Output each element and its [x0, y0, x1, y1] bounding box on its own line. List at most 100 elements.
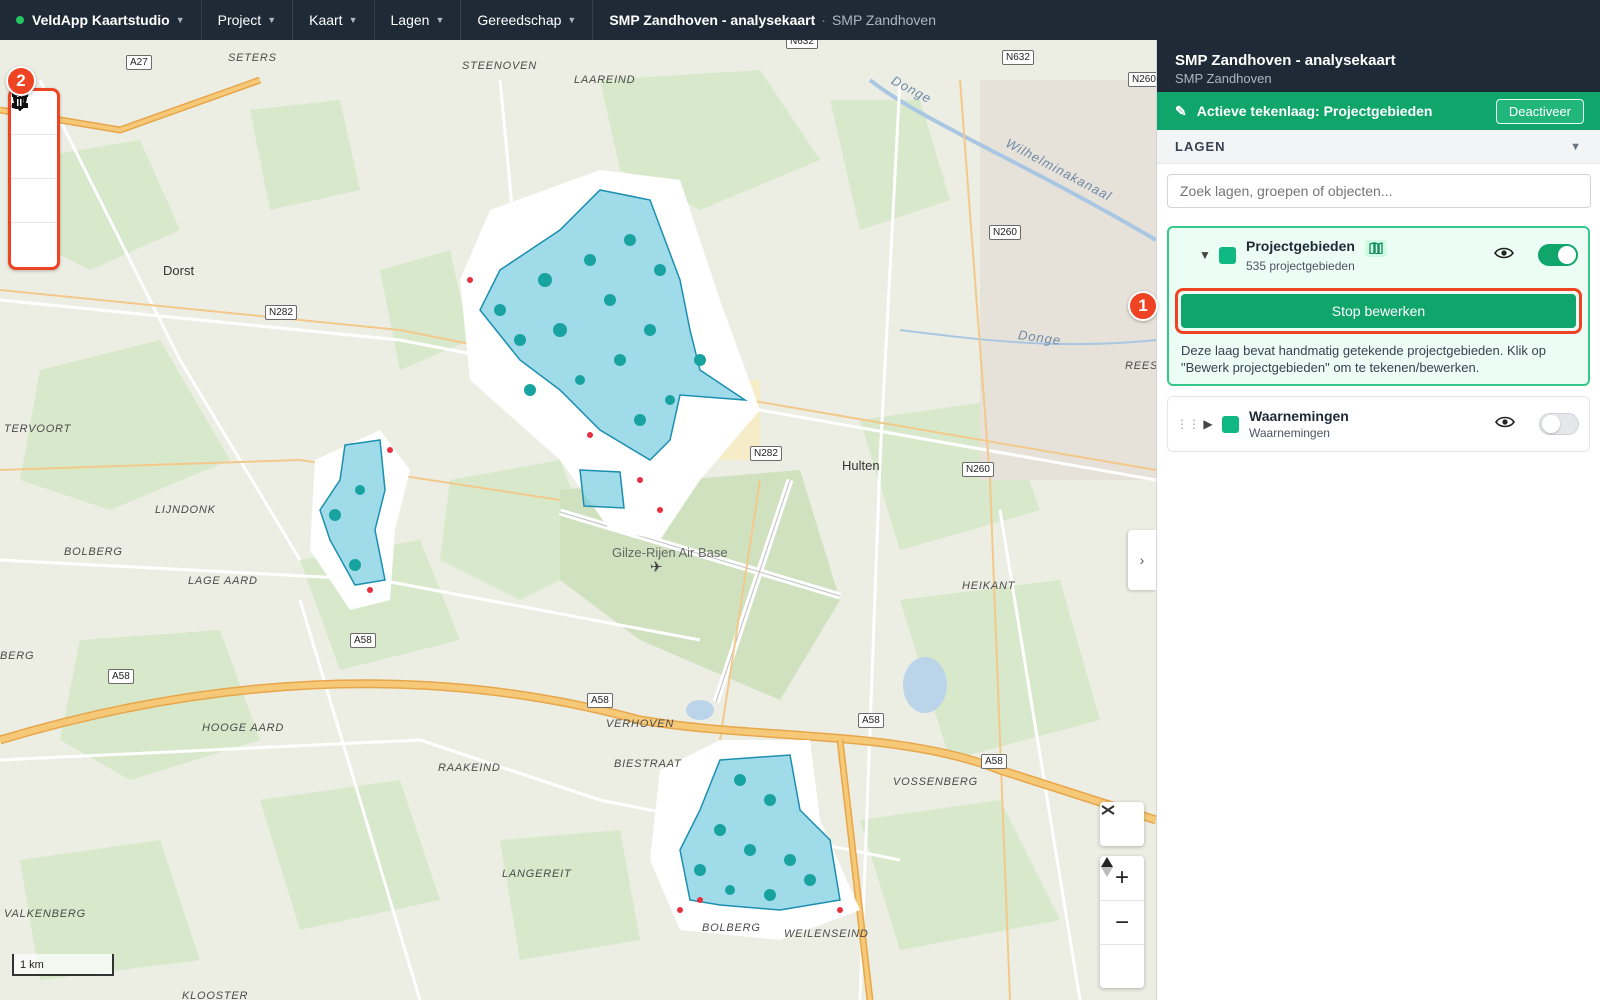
visibility-eye-icon[interactable]	[1495, 415, 1515, 434]
stop-edit-highlight: Stop bewerken 1	[1128, 288, 1582, 334]
menu-kaart[interactable]: Kaart ▼	[293, 0, 375, 40]
layers-section-header[interactable]: LAGEN ▼	[1157, 130, 1600, 164]
map-label: LANGEREIT	[502, 868, 572, 880]
layer-name-text: Projectgebieden	[1246, 237, 1355, 254]
layer-subtitle: Waarnemingen	[1249, 426, 1330, 440]
menu-label: Kaart	[309, 12, 343, 28]
road-shield: A58	[587, 693, 613, 708]
chevron-down-icon: ▼	[267, 15, 277, 25]
draw-polygon-button[interactable]	[11, 92, 57, 179]
layer-row: ▼ Projectgebieden 535 projectgebieden	[1169, 228, 1588, 282]
brand-logo	[16, 16, 24, 24]
chevron-down-icon: ▼	[1570, 140, 1582, 153]
road-shield: N260	[989, 225, 1021, 240]
section-title: LAGEN	[1175, 139, 1226, 154]
map-label: RAAKEIND	[438, 762, 501, 774]
map-label: VOSSENBERG	[893, 776, 979, 788]
map-label: WEILENSEIND	[784, 928, 869, 940]
map-label: Hulten	[842, 458, 880, 473]
menu-project[interactable]: Project ▼	[202, 0, 294, 40]
layer-row: ⋮⋮ ▶ Waarnemingen Waarnemingen	[1168, 397, 1589, 451]
map-label: Dorst	[163, 263, 195, 278]
road-shield: N632	[786, 40, 818, 49]
road-shield: N260	[962, 462, 994, 477]
panel-title: SMP Zandhoven - analysekaart	[1175, 52, 1396, 69]
active-layer-label: Actieve tekenlaag: Projectgebieden	[1196, 103, 1433, 119]
panel-subtitle: SMP Zandhoven	[1175, 71, 1272, 86]
road-shield: N632	[1002, 50, 1034, 65]
compass-button[interactable]	[1100, 802, 1144, 846]
layer-search-input[interactable]	[1167, 174, 1591, 208]
layer-color-swatch[interactable]	[1222, 415, 1239, 433]
layer-text: Projectgebieden 535 projectgebieden	[1246, 238, 1387, 273]
chevron-down-icon: ▼	[435, 15, 445, 25]
map-label: HEIKANT	[962, 580, 1016, 592]
menu-label: Lagen	[390, 12, 430, 28]
map-canvas[interactable]: ✈ SETERS STEENOVEN LAAREIND Dorst TERVOO…	[0, 40, 1156, 1000]
map-label: BOLBERG	[702, 922, 761, 934]
map-label: STEENOVEN	[462, 60, 538, 72]
map-book-icon	[1364, 239, 1387, 257]
step-badge: 2	[6, 66, 36, 96]
expand-caret-icon[interactable]: ▼	[1191, 248, 1219, 262]
map-label: SETERS	[228, 52, 277, 64]
map-label: LAAREIND	[574, 74, 636, 86]
visibility-eye-icon[interactable]	[1494, 246, 1514, 265]
app-menu[interactable]: VeldApp Kaartstudio ▼	[0, 0, 202, 40]
zoom-control: + −	[1100, 856, 1144, 988]
pencil-icon: ✎	[1175, 102, 1187, 119]
map-label: TERVOORT	[4, 423, 72, 435]
chevron-right-icon: ›	[1139, 552, 1145, 568]
stop-editing-button[interactable]: Stop bewerken	[1181, 294, 1576, 328]
expand-caret-icon[interactable]: ▶	[1194, 417, 1222, 431]
map-label: KLOOSTER	[182, 990, 249, 1000]
road-shield: A58	[858, 713, 884, 728]
step-badge: 1	[1128, 291, 1158, 321]
delete-button[interactable]	[11, 91, 57, 267]
chevron-down-icon: ▼	[567, 15, 577, 25]
north-arrow-icon	[1101, 857, 1113, 877]
layer-visibility-toggle[interactable]	[1538, 244, 1578, 266]
layer-item-projectgebieden: ▼ Projectgebieden 535 projectgebieden St…	[1128, 226, 1590, 386]
layers-panel: SMP Zandhoven - analysekaart SMP Zandhov…	[1128, 40, 1600, 1000]
road-shield: N260	[1128, 72, 1156, 87]
road-shield: A58	[350, 633, 376, 648]
map-label: BERG	[0, 650, 35, 662]
scale-bar: 1 km	[12, 954, 114, 976]
map-label: LAGE AARD	[188, 575, 258, 587]
road-shield: A27	[126, 55, 152, 70]
collapse-panel-button[interactable]: ›	[1128, 530, 1156, 590]
map-label: BOLBERG	[64, 546, 123, 558]
compass-icon	[1101, 805, 1115, 815]
road-shield: N282	[265, 305, 297, 320]
menu-label: Gereedschap	[477, 12, 562, 28]
map-label: VERHOVEN	[606, 718, 675, 730]
layer-color-swatch[interactable]	[1219, 246, 1236, 264]
airport-icon: ✈	[650, 558, 663, 576]
map-label: HOOGE AARD	[202, 722, 285, 734]
chevron-down-icon: ▼	[348, 15, 358, 25]
breadcrumb-separator: ·	[821, 12, 826, 28]
layer-name: Projectgebieden	[1246, 238, 1387, 257]
road-shield: A58	[108, 669, 134, 684]
layer-description: Deze laag bevat handmatig getekende proj…	[1181, 343, 1546, 375]
book-glyph	[1369, 241, 1383, 255]
draw-point-button[interactable]	[11, 91, 57, 223]
layer-item-waarnemingen: ⋮⋮ ▶ Waarnemingen Waarnemingen	[1167, 396, 1590, 452]
chevron-down-icon: ▼	[175, 15, 185, 25]
reset-north-button[interactable]	[1100, 857, 1144, 988]
active-layer-banner: ✎ Actieve tekenlaag: Projectgebieden Dea…	[1157, 92, 1600, 130]
drag-handle-icon[interactable]: ⋮⋮	[1176, 417, 1200, 431]
panel-header: SMP Zandhoven - analysekaart SMP Zandhov…	[1157, 40, 1600, 92]
breadcrumb-project: SMP Zandhoven	[831, 12, 936, 28]
menu-gereedschap[interactable]: Gereedschap ▼	[461, 0, 594, 40]
zoom-out-button[interactable]: −	[1100, 900, 1144, 944]
deactivate-button[interactable]: Deactiveer	[1495, 98, 1584, 124]
breadcrumb: SMP Zandhoven - analysekaart · SMP Zandh…	[593, 0, 952, 40]
road-shield: A58	[981, 754, 1007, 769]
draw-toolbar	[8, 88, 60, 270]
layer-visibility-toggle[interactable]	[1539, 413, 1579, 435]
top-bar: VeldApp Kaartstudio ▼ Project ▼ Kaart ▼ …	[0, 0, 1600, 40]
menu-lagen[interactable]: Lagen ▼	[375, 0, 462, 40]
eye-glyph	[1495, 416, 1515, 427]
